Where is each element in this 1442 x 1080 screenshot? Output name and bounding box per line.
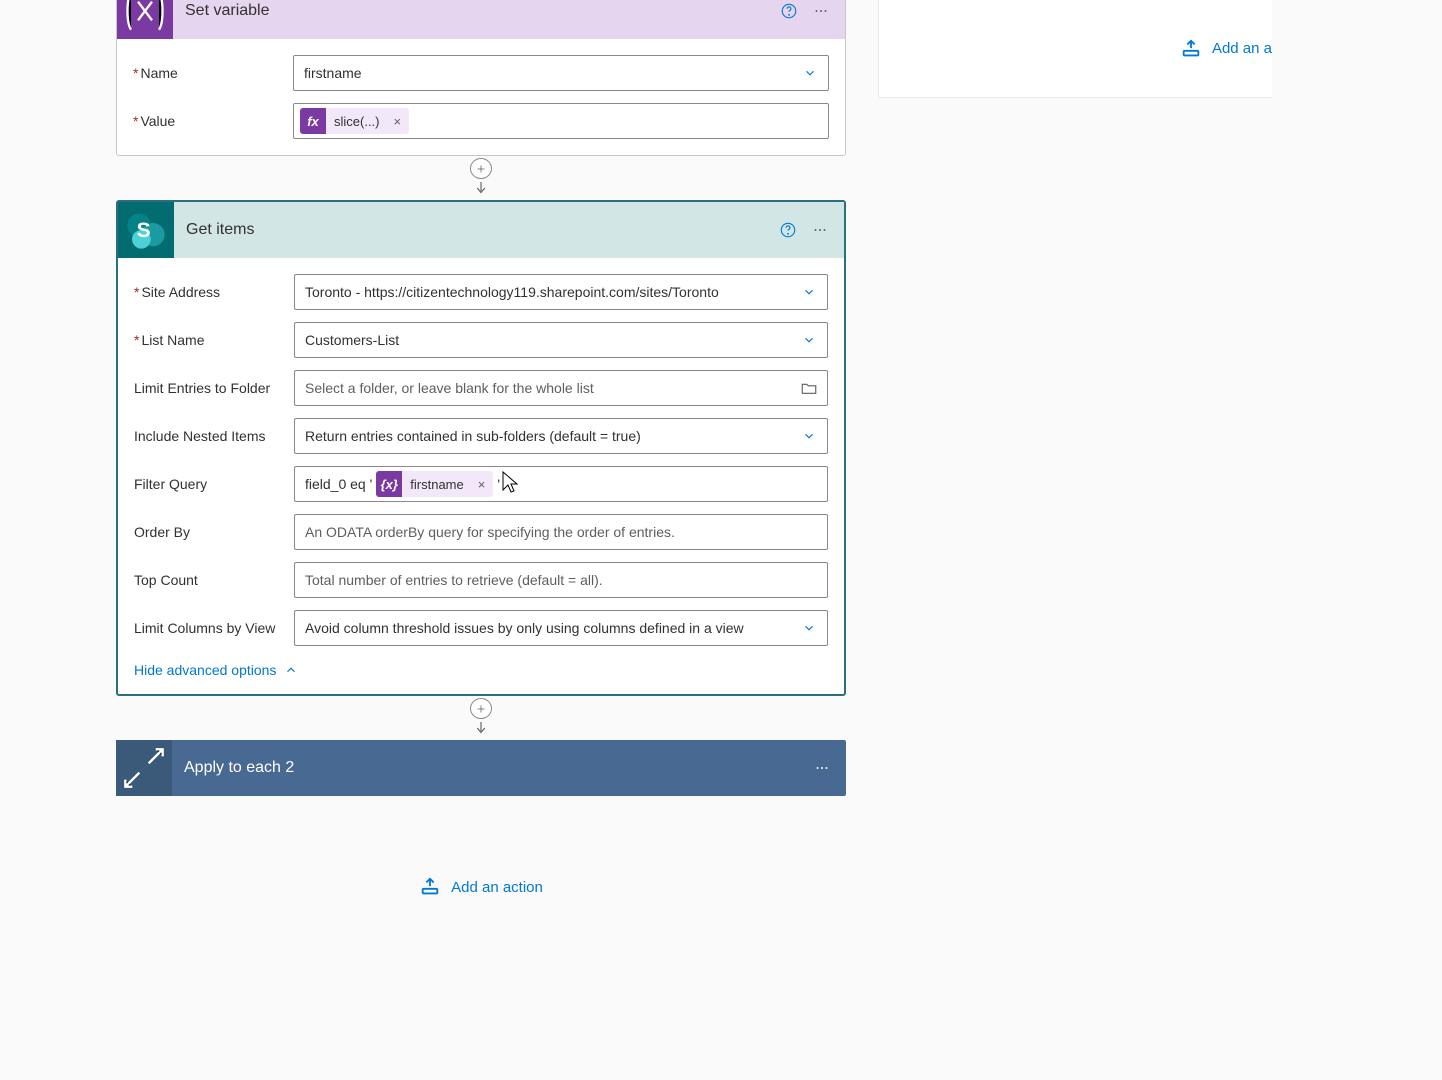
top-count-input[interactable]: Total number of entries to retrieve (def… [294, 562, 828, 598]
expression-token[interactable]: fx slice(...) × [300, 108, 409, 134]
card-header[interactable]: Set variable [117, 0, 845, 39]
limit-folder-placeholder: Select a folder, or leave blank for the … [305, 380, 797, 396]
token-label: firstname [402, 477, 469, 492]
value-label: Value [133, 113, 293, 129]
dynamic-content-token[interactable]: {x} firstname × [376, 471, 493, 497]
connector [116, 156, 846, 200]
svg-text:S: S [137, 219, 151, 242]
site-address-value: Toronto - https://citizentechnology119.s… [305, 284, 797, 300]
site-address-label: Site Address [134, 284, 294, 300]
folder-picker-icon[interactable] [797, 379, 821, 397]
variable-icon: {x} [376, 471, 402, 497]
chevron-down-icon [797, 429, 821, 443]
chevron-down-icon [797, 621, 821, 635]
filter-suffix-text: ' [497, 476, 500, 492]
filter-query-label: Filter Query [134, 476, 294, 492]
add-action-label: Add an a [1212, 40, 1272, 57]
arrow-down-icon [472, 719, 490, 740]
ellipsis-icon[interactable] [806, 752, 838, 784]
card-title: Set variable [173, 2, 773, 20]
limit-columns-label: Limit Columns by View [134, 620, 294, 636]
card-header[interactable]: Apply to each 2 [116, 740, 846, 796]
nested-items-label: Include Nested Items [134, 428, 294, 444]
limit-folder-input[interactable]: Select a folder, or leave blank for the … [294, 370, 828, 406]
fx-icon: fx [300, 108, 326, 134]
filter-prefix-text: field_0 eq ' [305, 476, 372, 492]
top-count-label: Top Count [134, 572, 294, 588]
name-value: firstname [304, 65, 798, 81]
hide-advanced-label: Hide advanced options [134, 662, 276, 678]
name-dropdown[interactable]: firstname [293, 55, 829, 91]
nested-items-dropdown[interactable]: Return entries contained in sub-folders … [294, 418, 828, 454]
limit-folder-label: Limit Entries to Folder [134, 380, 294, 396]
list-name-label: List Name [134, 332, 294, 348]
name-label: Name [133, 65, 293, 81]
add-action-button[interactable]: Add an action [419, 876, 543, 898]
chevron-down-icon [797, 333, 821, 347]
order-by-placeholder: An ODATA orderBy query for specifying th… [305, 524, 821, 540]
remove-token-icon[interactable]: × [386, 114, 410, 129]
nested-items-value: Return entries contained in sub-folders … [305, 428, 797, 444]
connector [116, 696, 846, 740]
chevron-down-icon [797, 285, 821, 299]
site-address-dropdown[interactable]: Toronto - https://citizentechnology119.s… [294, 274, 828, 310]
order-by-input[interactable]: An ODATA orderBy query for specifying th… [294, 514, 828, 550]
sharepoint-icon: S [118, 202, 174, 258]
add-action-icon [419, 876, 441, 898]
remove-token-icon[interactable]: × [470, 477, 494, 492]
action-set-variable[interactable]: Set variable Name firstname Value fx [116, 0, 846, 156]
chevron-up-icon [284, 663, 298, 677]
card-title: Apply to each 2 [172, 759, 806, 777]
side-panel: Add an a [878, 0, 1272, 98]
add-action-button-panel[interactable]: Add an a [1180, 38, 1272, 60]
loop-icon [116, 740, 172, 796]
card-title: Get items [174, 221, 772, 239]
help-icon[interactable] [773, 0, 805, 27]
limit-columns-value: Avoid column threshold issues by only us… [305, 620, 797, 636]
list-name-value: Customers-List [305, 332, 797, 348]
action-apply-to-each[interactable]: Apply to each 2 [116, 740, 846, 796]
order-by-label: Order By [134, 524, 294, 540]
add-action-label: Add an action [451, 879, 543, 896]
chevron-down-icon [798, 66, 822, 80]
ellipsis-icon[interactable] [805, 0, 837, 27]
ellipsis-icon[interactable] [804, 214, 836, 246]
hide-advanced-toggle[interactable]: Hide advanced options [134, 662, 828, 678]
insert-step-button[interactable] [470, 158, 492, 179]
variable-icon [117, 0, 173, 39]
list-name-dropdown[interactable]: Customers-List [294, 322, 828, 358]
value-input[interactable]: fx slice(...) × [293, 103, 829, 139]
action-get-items[interactable]: S Get items Site Address Toronto - https… [116, 200, 846, 696]
limit-columns-dropdown[interactable]: Avoid column threshold issues by only us… [294, 610, 828, 646]
insert-step-button[interactable] [470, 698, 492, 719]
add-action-icon [1180, 38, 1202, 60]
token-label: slice(...) [326, 114, 386, 129]
card-header[interactable]: S Get items [118, 202, 844, 258]
filter-query-input[interactable]: field_0 eq ' {x} firstname × ' [294, 466, 828, 502]
top-count-placeholder: Total number of entries to retrieve (def… [305, 572, 821, 588]
help-icon[interactable] [772, 214, 804, 246]
arrow-down-icon [472, 179, 490, 200]
